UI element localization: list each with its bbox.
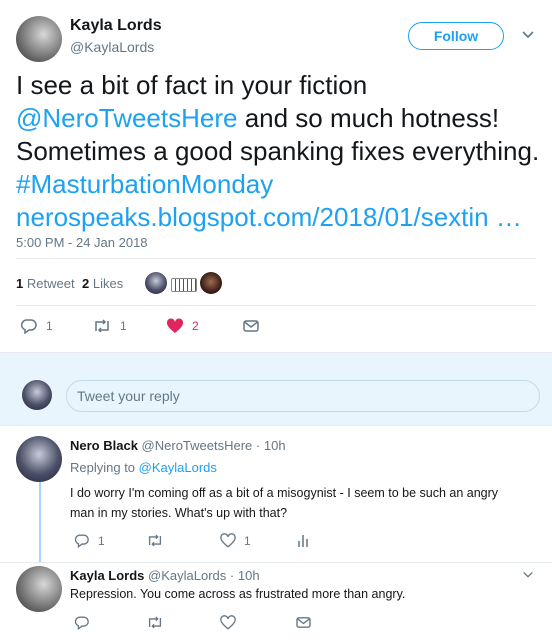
message-action[interactable]	[243, 319, 259, 333]
url-link[interactable]: nerospeaks.blogspot.com/2018/01/sextin …	[16, 201, 546, 234]
retweets-label: Retweet	[26, 276, 75, 291]
author-avatar[interactable]	[16, 16, 62, 62]
like-action[interactable]	[220, 615, 236, 630]
reply-count: 1	[98, 533, 105, 548]
thread-line	[39, 480, 41, 562]
reply-author-avatar[interactable]	[16, 436, 62, 482]
tweet-text: I see a bit of fact in your fiction @Ner…	[16, 69, 546, 234]
reply-icon	[74, 616, 89, 630]
retweet-icon	[95, 319, 109, 333]
message-action[interactable]	[296, 616, 311, 629]
reply-author-avatar[interactable]	[16, 566, 62, 612]
likes-count: 2	[82, 276, 90, 291]
retweets-stat[interactable]: 1 Retweet	[16, 276, 75, 291]
reply-text-line-2: man in my stories. What's up with that?	[70, 506, 288, 520]
divider	[0, 562, 552, 563]
analytics-action[interactable]	[296, 533, 310, 548]
likes-stat[interactable]: 2 Likes	[82, 276, 123, 291]
reply-author-name[interactable]: Kayla Lords	[70, 568, 144, 583]
reply-author-handle[interactable]: @NeroTweetsHere	[142, 438, 253, 453]
replying-to-handle[interactable]: @KaylaLords	[139, 460, 217, 475]
retweet-action[interactable]	[146, 615, 164, 630]
replying-to: Replying to @KaylaLords	[70, 460, 217, 475]
tweet-text-fragment: and so much hotness!	[237, 103, 500, 133]
tweet-text-line-1: I see a bit of fact in your fiction	[16, 70, 368, 100]
tweet-text-line-3: Sometimes a good spanking fixes everythi…	[16, 136, 540, 166]
reply-header: Nero Black @NeroTweetsHere · 10h	[70, 438, 286, 453]
retweet-icon	[148, 534, 162, 547]
reply-count: 1	[46, 319, 53, 333]
reply-action[interactable]: 1	[20, 318, 53, 334]
retweet-icon	[148, 616, 162, 629]
follow-button[interactable]: Follow	[408, 22, 504, 50]
reply-input[interactable]: Tweet your reply	[66, 380, 540, 412]
reply-time[interactable]: · 10h	[256, 438, 286, 453]
chevron-down-icon[interactable]	[522, 568, 534, 586]
retweet-count: 1	[120, 319, 127, 333]
reply-text: Repression. You come across as frustrate…	[70, 587, 406, 601]
reply-time[interactable]: · 10h	[230, 568, 260, 583]
reply-header: Kayla Lords @KaylaLords · 10h	[70, 568, 260, 583]
liker-avatars	[145, 272, 225, 296]
heart-icon	[220, 615, 236, 630]
analytics-icon	[298, 535, 308, 547]
liker-avatar[interactable]	[171, 278, 197, 292]
envelope-icon	[243, 320, 259, 332]
heart-icon	[166, 318, 184, 333]
like-action[interactable]: 1	[220, 533, 251, 548]
reply-action[interactable]: 1	[74, 533, 105, 548]
reply-action[interactable]	[74, 615, 90, 630]
current-user-avatar	[22, 380, 52, 410]
divider	[16, 258, 536, 259]
reply-icon	[20, 319, 37, 334]
reply-text: I do worry I'm coming off as a bit of a …	[70, 483, 546, 523]
hashtag-link[interactable]: #MasturbationMonday	[16, 168, 546, 201]
likes-label: Likes	[92, 276, 124, 291]
chevron-down-icon[interactable]	[521, 28, 535, 47]
retweet-action[interactable]: 1	[92, 318, 127, 334]
retweet-action[interactable]	[146, 533, 164, 548]
reply-author-name[interactable]: Nero Black	[70, 438, 138, 453]
like-count: 1	[244, 533, 251, 548]
divider	[16, 305, 536, 306]
reply-icon	[74, 534, 89, 548]
liker-avatar[interactable]	[200, 272, 222, 294]
liker-avatar[interactable]	[145, 272, 167, 294]
like-action[interactable]: 2	[166, 318, 199, 334]
like-count: 2	[192, 319, 199, 333]
reply-author-handle[interactable]: @KaylaLords	[148, 568, 226, 583]
envelope-icon	[296, 617, 311, 628]
retweets-count: 1	[16, 276, 24, 291]
replying-to-label: Replying to	[70, 460, 136, 475]
mention-link[interactable]: @NeroTweetsHere	[16, 103, 237, 133]
heart-icon	[220, 533, 236, 548]
reply-text-line-1: I do worry I'm coming off as a bit of a …	[70, 486, 499, 500]
tweet-text-line-2: @NeroTweetsHere and so much hotness!	[16, 102, 546, 135]
author-name[interactable]: Kayla Lords	[70, 17, 162, 35]
author-handle[interactable]: @KaylaLords	[70, 39, 154, 55]
tweet-timestamp[interactable]: 5:00 PM - 24 Jan 2018	[16, 235, 148, 250]
